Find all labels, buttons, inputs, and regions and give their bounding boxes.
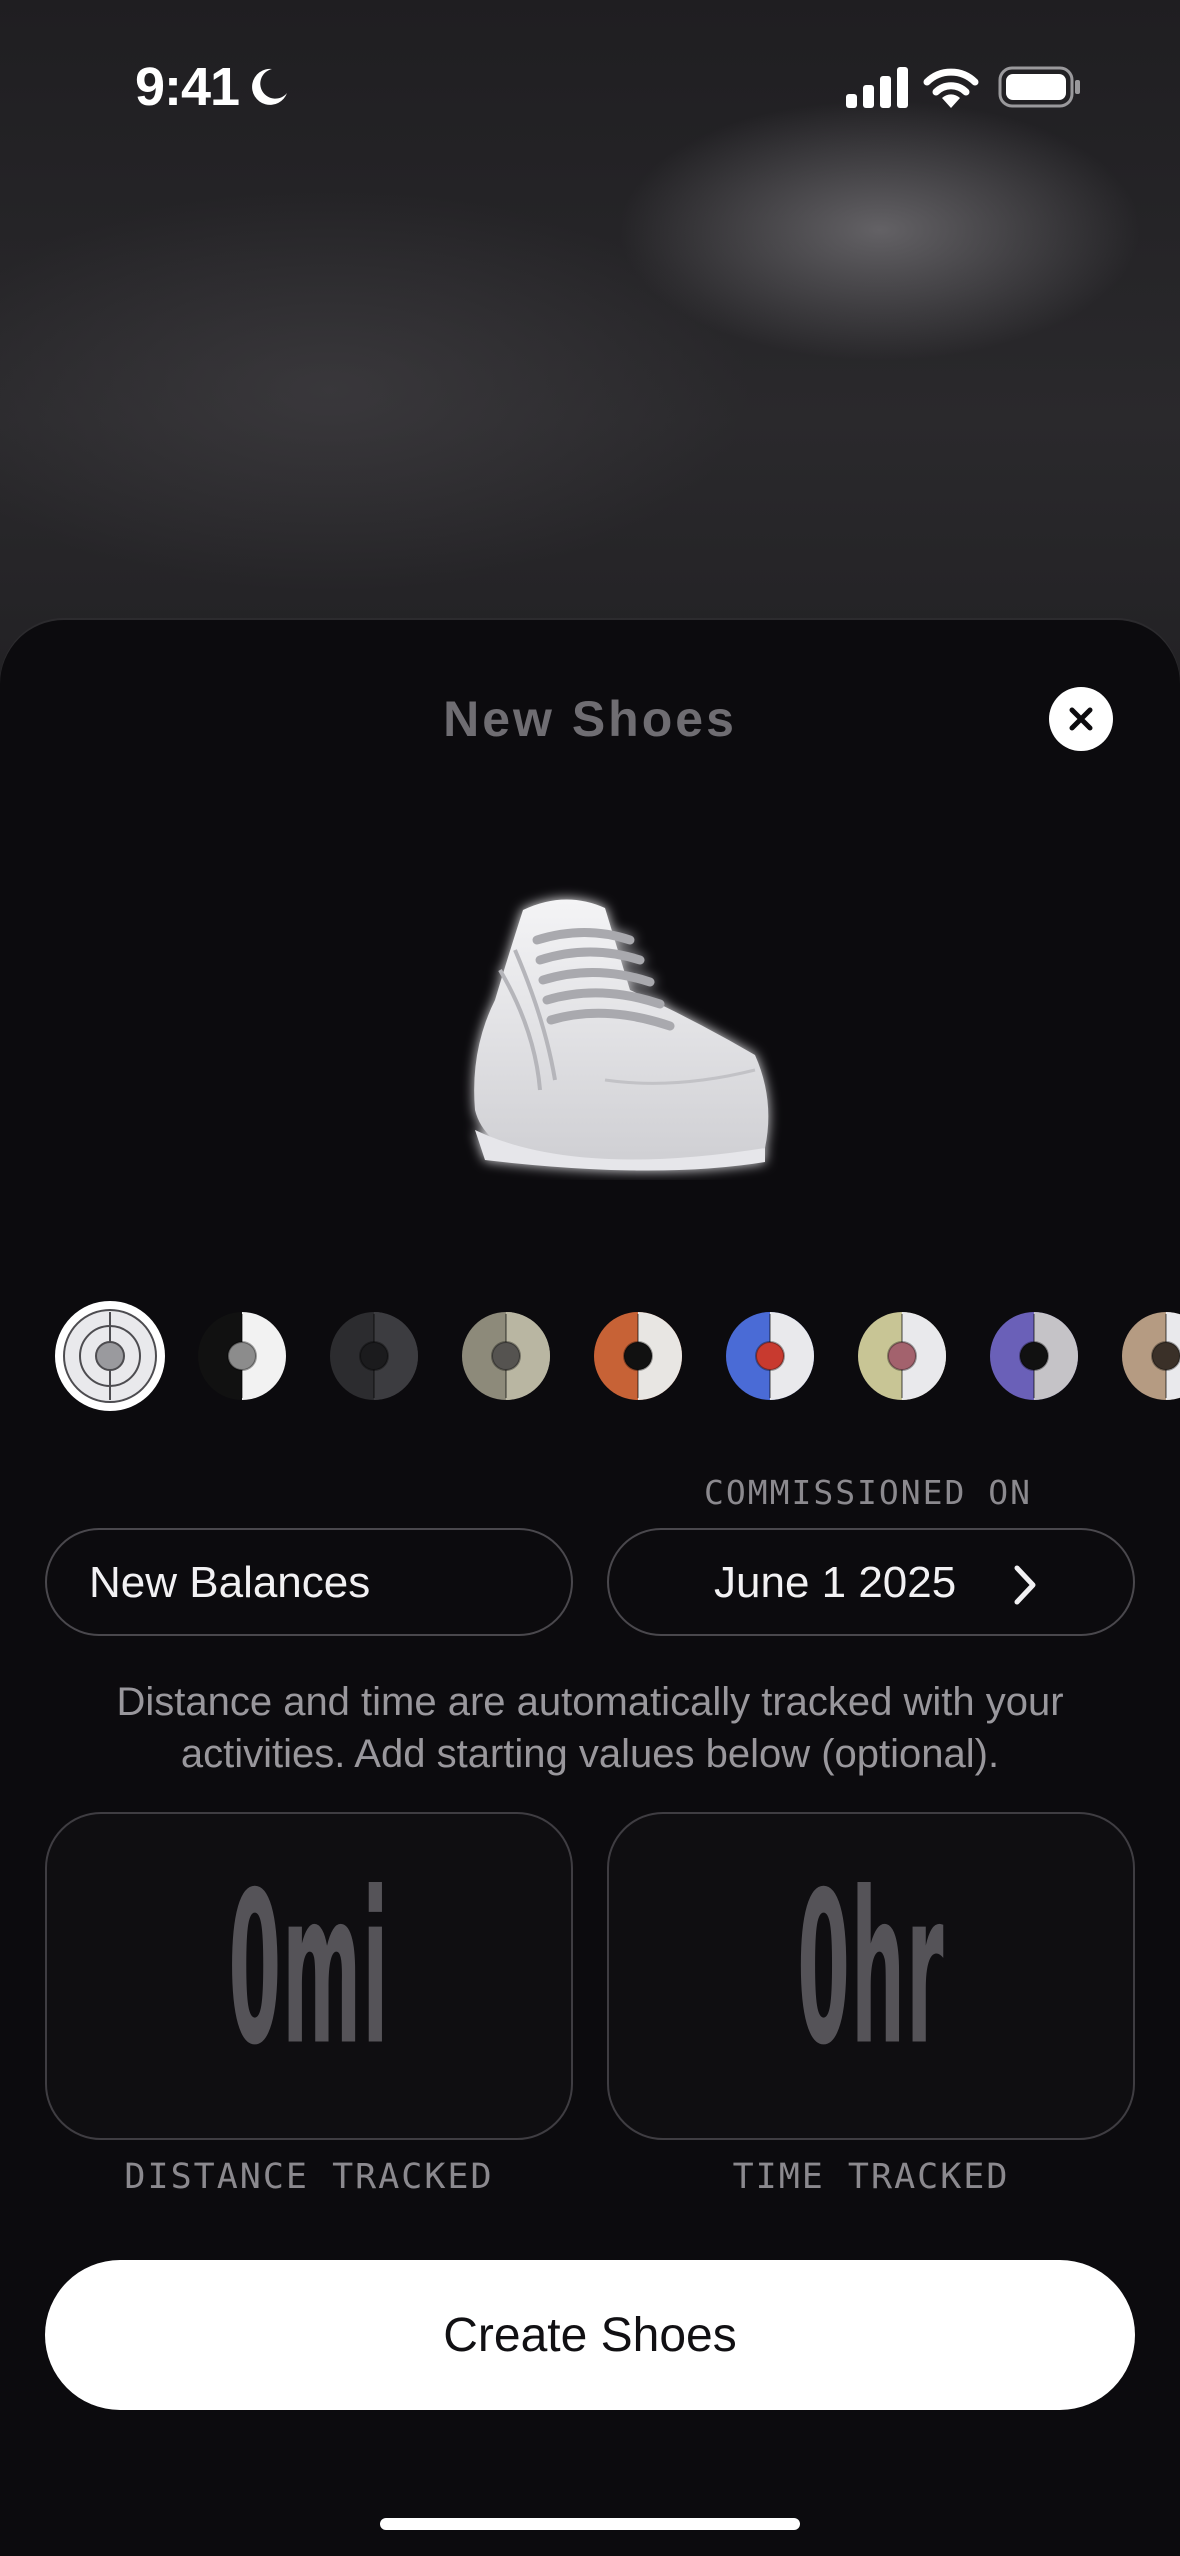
moon-icon [252, 68, 287, 105]
color-swatch-white[interactable] [54, 1300, 166, 1412]
commissioned-label: COMMISSIONED ON [703, 1473, 1032, 1512]
status-time: 9:41 [135, 57, 240, 117]
distance-card[interactable]: 0mi [45, 1812, 573, 2140]
create-shoes-button[interactable]: Create Shoes [45, 2260, 1135, 2410]
close-button[interactable] [1049, 687, 1113, 751]
commissioned-date-value: June 1 2025 [714, 1558, 957, 1607]
color-swatch-orange[interactable] [582, 1300, 694, 1412]
cellular-signal-icon [846, 67, 908, 108]
helper-text: Distance and time are automatically trac… [116, 1680, 1064, 1776]
shoe-name-field[interactable]: New Balances [45, 1528, 573, 1636]
shoe-name-value: New Balances [89, 1558, 371, 1607]
color-swatch-tan[interactable] [1110, 1300, 1180, 1412]
chevron-right-icon [1014, 1565, 1036, 1605]
home-indicator [380, 2518, 800, 2530]
color-swatch-charcoal[interactable] [318, 1300, 430, 1412]
color-swatch-sand-grey[interactable] [450, 1300, 562, 1412]
sheet-title: New Shoes [443, 691, 737, 747]
time-value: 0hr [797, 1847, 945, 2092]
time-card[interactable]: 0hr [607, 1812, 1135, 2140]
color-swatch-olive-mauve[interactable] [846, 1300, 958, 1412]
distance-value: 0mi [228, 1847, 390, 2092]
wifi-icon [923, 68, 979, 108]
commissioned-date-button[interactable]: June 1 2025 [607, 1528, 1135, 1636]
color-swatch-purple-grey[interactable] [978, 1300, 1090, 1412]
color-swatch-blue-red[interactable] [714, 1300, 826, 1412]
shoe-illustration [474, 899, 769, 1171]
color-swatch-black-white[interactable] [186, 1300, 298, 1412]
time-caption: TIME TRACKED [732, 2157, 1010, 2197]
close-icon [1069, 707, 1093, 731]
battery-icon [998, 66, 1080, 108]
distance-caption: DISTANCE TRACKED [124, 2157, 494, 2197]
